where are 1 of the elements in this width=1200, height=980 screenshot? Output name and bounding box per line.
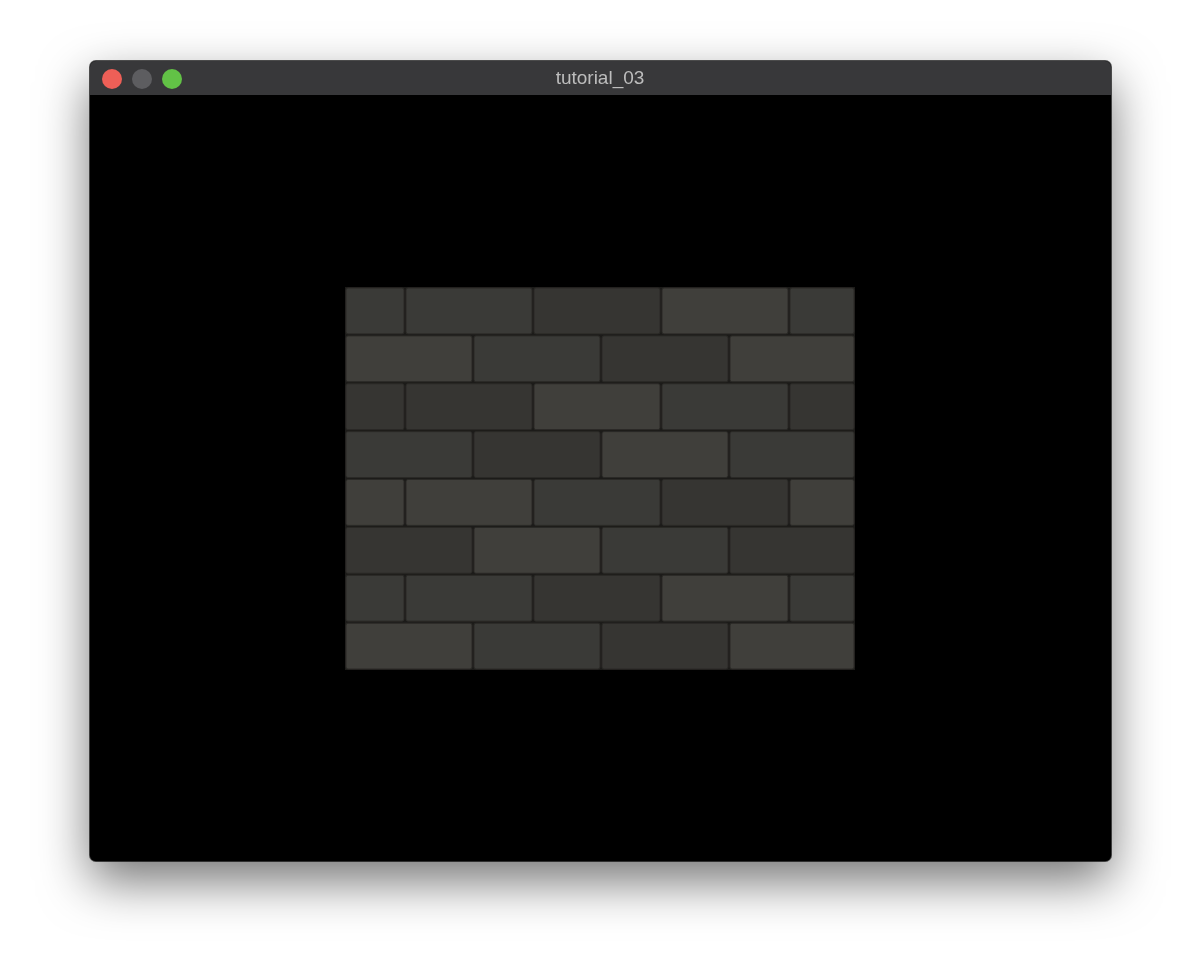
window-title: tutorial_03 — [555, 67, 645, 89]
